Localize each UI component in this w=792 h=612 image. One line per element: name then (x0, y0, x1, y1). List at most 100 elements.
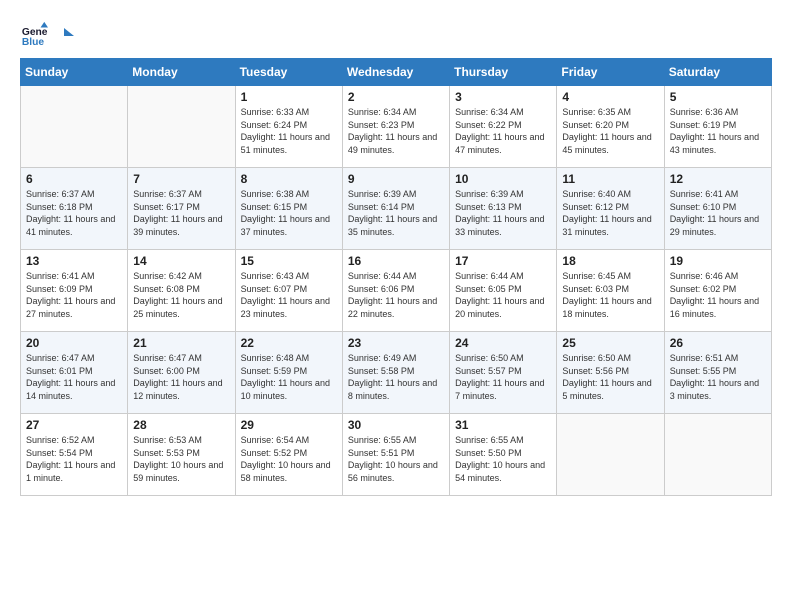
day-number: 5 (670, 90, 766, 104)
calendar-cell: 26 Sunrise: 6:51 AM Sunset: 5:55 PM Dayli… (664, 332, 771, 414)
calendar-cell: 18 Sunrise: 6:45 AM Sunset: 6:03 PM Dayli… (557, 250, 664, 332)
day-number: 28 (133, 418, 229, 432)
day-detail: Sunrise: 6:40 AM Sunset: 6:12 PM Dayligh… (562, 188, 658, 238)
calendar-cell: 20Sunrise: 6:47 AM Sunset: 6:01 PM Dayli… (21, 332, 128, 414)
calendar-week-row: 27Sunrise: 6:52 AM Sunset: 5:54 PM Dayli… (21, 414, 772, 496)
calendar-week-row: 1 Sunrise: 6:33 AM Sunset: 6:24 PM Daylig… (21, 86, 772, 168)
day-number: 27 (26, 418, 122, 432)
column-header-monday: Monday (128, 59, 235, 86)
day-number: 21 (133, 336, 229, 350)
day-detail: Sunrise: 6:37 AM Sunset: 6:18 PM Dayligh… (26, 188, 122, 238)
day-number: 10 (455, 172, 551, 186)
day-detail: Sunrise: 6:41 AM Sunset: 6:10 PM Dayligh… (670, 188, 766, 238)
calendar-cell: 9Sunrise: 6:39 AM Sunset: 6:14 PM Daylig… (342, 168, 449, 250)
calendar-cell: 28 Sunrise: 6:53 AM Sunset: 5:53 PM Dayli… (128, 414, 235, 496)
day-number: 1 (241, 90, 337, 104)
day-detail: Sunrise: 6:49 AM Sunset: 5:58 PM Dayligh… (348, 352, 444, 402)
day-detail: Sunrise: 6:53 AM Sunset: 5:53 PM Dayligh… (133, 434, 229, 484)
day-number: 11 (562, 172, 658, 186)
svg-text:Blue: Blue (22, 37, 45, 48)
day-detail: Sunrise: 6:37 AM Sunset: 6:17 PM Dayligh… (133, 188, 229, 238)
calendar-cell: 3 Sunrise: 6:34 AM Sunset: 6:22 PM Daylig… (450, 86, 557, 168)
calendar-cell: 13 Sunrise: 6:41 AM Sunset: 6:09 PM Dayli… (21, 250, 128, 332)
calendar-cell: 30 Sunrise: 6:55 AM Sunset: 5:51 PM Dayli… (342, 414, 449, 496)
calendar-table: SundayMondayTuesdayWednesdayThursdayFrid… (20, 58, 772, 496)
day-number: 19 (670, 254, 766, 268)
day-detail: Sunrise: 6:33 AM Sunset: 6:24 PM Dayligh… (241, 106, 337, 156)
day-detail: Sunrise: 6:44 AM Sunset: 6:06 PM Dayligh… (348, 270, 444, 320)
day-detail: Sunrise: 6:55 AM Sunset: 5:51 PM Dayligh… (348, 434, 444, 484)
calendar-cell (557, 414, 664, 496)
calendar-cell: 1 Sunrise: 6:33 AM Sunset: 6:24 PM Daylig… (235, 86, 342, 168)
day-number: 16 (348, 254, 444, 268)
day-detail: Sunrise: 6:39 AM Sunset: 6:14 PM Dayligh… (348, 188, 444, 238)
calendar-cell: 7 Sunrise: 6:37 AM Sunset: 6:17 PM Daylig… (128, 168, 235, 250)
day-number: 26 (670, 336, 766, 350)
day-detail: Sunrise: 6:47 AM Sunset: 6:00 PM Dayligh… (133, 352, 229, 402)
calendar-cell: 10 Sunrise: 6:39 AM Sunset: 6:13 PM Dayli… (450, 168, 557, 250)
day-detail: Sunrise: 6:39 AM Sunset: 6:13 PM Dayligh… (455, 188, 551, 238)
calendar-cell: 8 Sunrise: 6:38 AM Sunset: 6:15 PM Daylig… (235, 168, 342, 250)
day-number: 7 (133, 172, 229, 186)
day-detail: Sunrise: 6:54 AM Sunset: 5:52 PM Dayligh… (241, 434, 337, 484)
day-detail: Sunrise: 6:44 AM Sunset: 6:05 PM Dayligh… (455, 270, 551, 320)
day-detail: Sunrise: 6:48 AM Sunset: 5:59 PM Dayligh… (241, 352, 337, 402)
day-detail: Sunrise: 6:45 AM Sunset: 6:03 PM Dayligh… (562, 270, 658, 320)
day-detail: Sunrise: 6:46 AM Sunset: 6:02 PM Dayligh… (670, 270, 766, 320)
calendar-cell: 31Sunrise: 6:55 AM Sunset: 5:50 PM Dayli… (450, 414, 557, 496)
calendar-cell: 22Sunrise: 6:48 AM Sunset: 5:59 PM Dayli… (235, 332, 342, 414)
day-detail: Sunrise: 6:34 AM Sunset: 6:23 PM Dayligh… (348, 106, 444, 156)
calendar-cell: 25Sunrise: 6:50 AM Sunset: 5:56 PM Dayli… (557, 332, 664, 414)
calendar-cell: 4Sunrise: 6:35 AM Sunset: 6:20 PM Daylig… (557, 86, 664, 168)
day-number: 23 (348, 336, 444, 350)
calendar-cell: 11 Sunrise: 6:40 AM Sunset: 6:12 PM Dayli… (557, 168, 664, 250)
logo-chevron (54, 26, 74, 46)
day-detail: Sunrise: 6:38 AM Sunset: 6:15 PM Dayligh… (241, 188, 337, 238)
day-number: 29 (241, 418, 337, 432)
column-header-wednesday: Wednesday (342, 59, 449, 86)
logo: General Blue (20, 20, 74, 48)
calendar-cell: 16 Sunrise: 6:44 AM Sunset: 6:06 PM Dayli… (342, 250, 449, 332)
calendar-body: 1 Sunrise: 6:33 AM Sunset: 6:24 PM Daylig… (21, 86, 772, 496)
day-number: 6 (26, 172, 122, 186)
column-header-friday: Friday (557, 59, 664, 86)
day-number: 13 (26, 254, 122, 268)
calendar-cell: 19 Sunrise: 6:46 AM Sunset: 6:02 PM Dayli… (664, 250, 771, 332)
day-detail: Sunrise: 6:41 AM Sunset: 6:09 PM Dayligh… (26, 270, 122, 320)
day-detail: Sunrise: 6:34 AM Sunset: 6:22 PM Dayligh… (455, 106, 551, 156)
calendar-cell (128, 86, 235, 168)
calendar-cell: 27Sunrise: 6:52 AM Sunset: 5:54 PM Dayli… (21, 414, 128, 496)
logo-icon: General Blue (20, 20, 48, 48)
day-detail: Sunrise: 6:51 AM Sunset: 5:55 PM Dayligh… (670, 352, 766, 402)
day-number: 17 (455, 254, 551, 268)
day-number: 24 (455, 336, 551, 350)
day-detail: Sunrise: 6:50 AM Sunset: 5:56 PM Dayligh… (562, 352, 658, 402)
day-number: 30 (348, 418, 444, 432)
day-detail: Sunrise: 6:50 AM Sunset: 5:57 PM Dayligh… (455, 352, 551, 402)
column-header-tuesday: Tuesday (235, 59, 342, 86)
calendar-week-row: 13 Sunrise: 6:41 AM Sunset: 6:09 PM Dayli… (21, 250, 772, 332)
calendar-week-row: 20Sunrise: 6:47 AM Sunset: 6:01 PM Dayli… (21, 332, 772, 414)
day-number: 3 (455, 90, 551, 104)
calendar-cell: 5 Sunrise: 6:36 AM Sunset: 6:19 PM Daylig… (664, 86, 771, 168)
day-detail: Sunrise: 6:47 AM Sunset: 6:01 PM Dayligh… (26, 352, 122, 402)
day-number: 8 (241, 172, 337, 186)
calendar-header-row: SundayMondayTuesdayWednesdayThursdayFrid… (21, 59, 772, 86)
calendar-cell (21, 86, 128, 168)
calendar-cell: 15Sunrise: 6:43 AM Sunset: 6:07 PM Dayli… (235, 250, 342, 332)
column-header-sunday: Sunday (21, 59, 128, 86)
day-detail: Sunrise: 6:55 AM Sunset: 5:50 PM Dayligh… (455, 434, 551, 484)
day-detail: Sunrise: 6:42 AM Sunset: 6:08 PM Dayligh… (133, 270, 229, 320)
day-number: 4 (562, 90, 658, 104)
day-detail: Sunrise: 6:36 AM Sunset: 6:19 PM Dayligh… (670, 106, 766, 156)
calendar-cell: 24 Sunrise: 6:50 AM Sunset: 5:57 PM Dayli… (450, 332, 557, 414)
calendar-cell: 21 Sunrise: 6:47 AM Sunset: 6:00 PM Dayli… (128, 332, 235, 414)
calendar-cell: 23 Sunrise: 6:49 AM Sunset: 5:58 PM Dayli… (342, 332, 449, 414)
column-header-saturday: Saturday (664, 59, 771, 86)
calendar-cell: 29 Sunrise: 6:54 AM Sunset: 5:52 PM Dayli… (235, 414, 342, 496)
day-number: 18 (562, 254, 658, 268)
day-detail: Sunrise: 6:43 AM Sunset: 6:07 PM Dayligh… (241, 270, 337, 320)
calendar-cell: 12Sunrise: 6:41 AM Sunset: 6:10 PM Dayli… (664, 168, 771, 250)
day-number: 2 (348, 90, 444, 104)
calendar-week-row: 6 Sunrise: 6:37 AM Sunset: 6:18 PM Daylig… (21, 168, 772, 250)
